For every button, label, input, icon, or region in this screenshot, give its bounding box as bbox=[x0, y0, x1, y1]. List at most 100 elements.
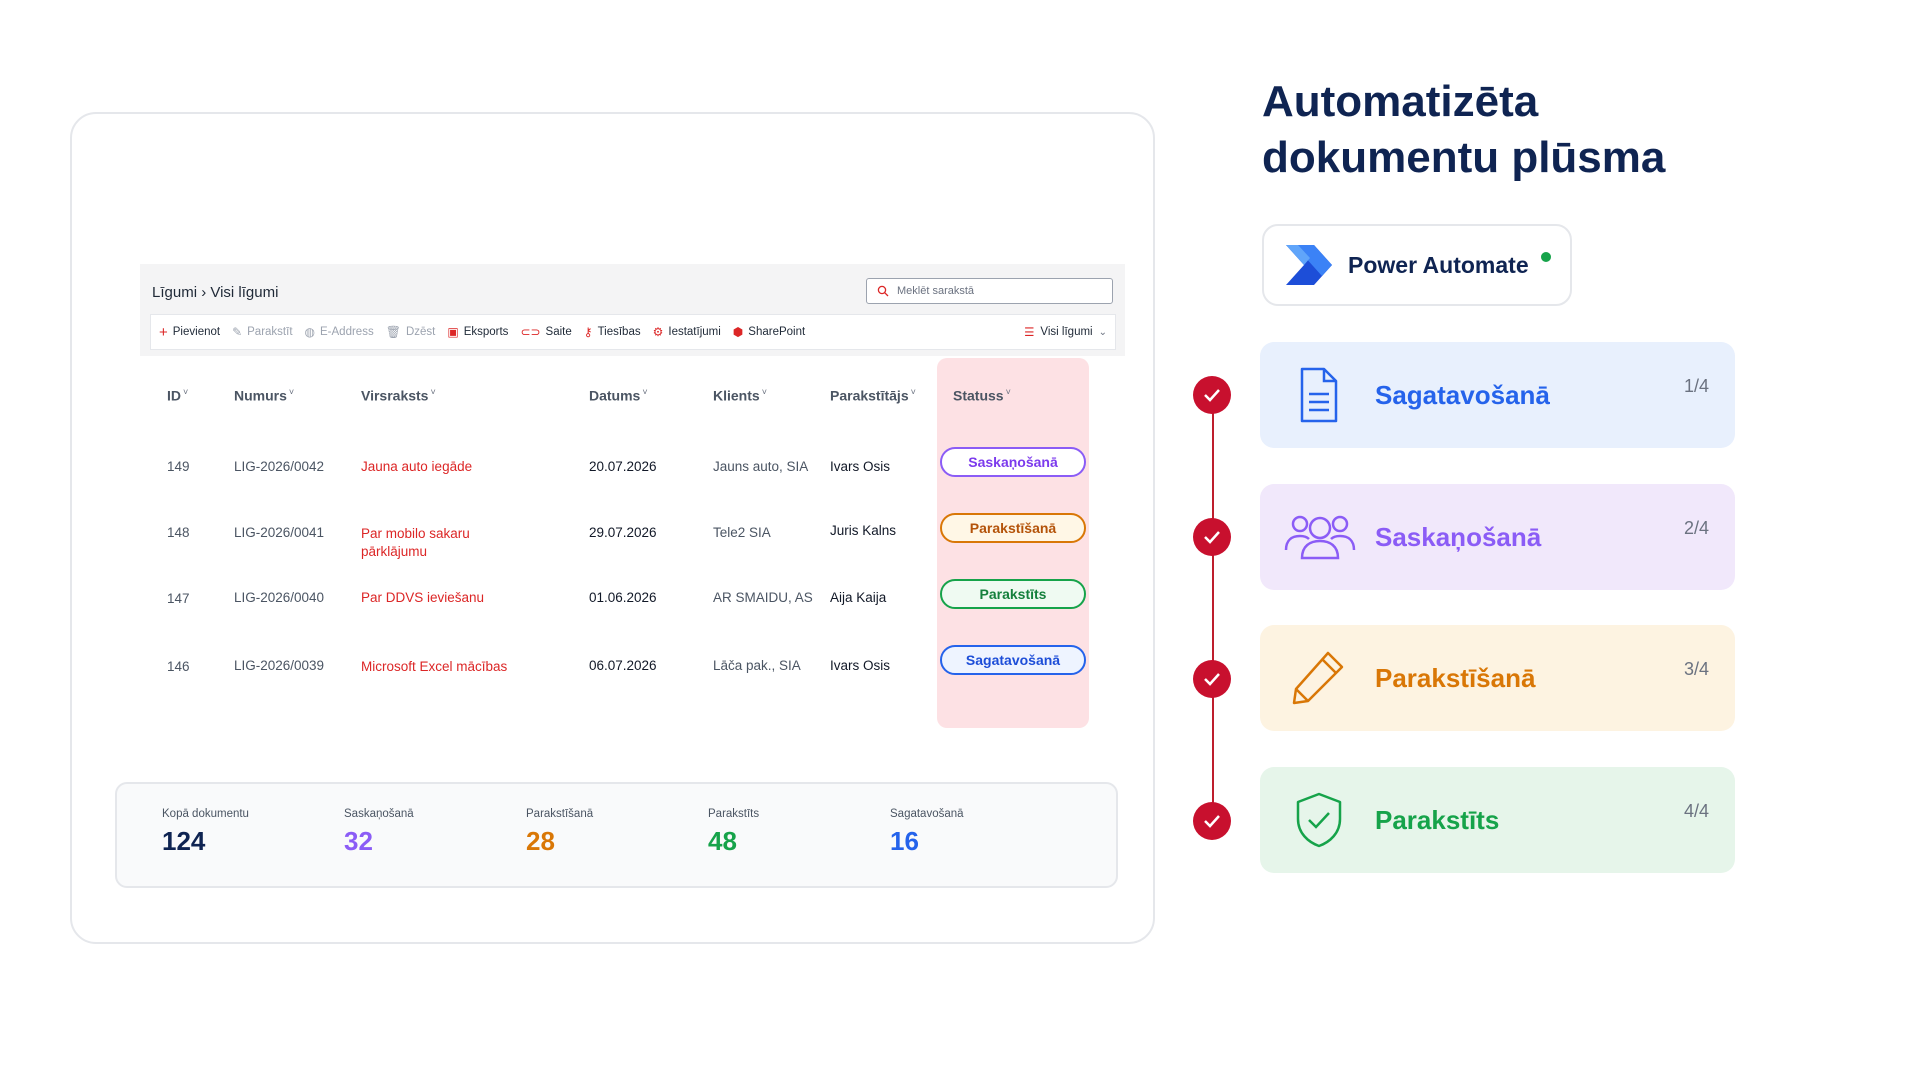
sign-button[interactable]: ✎ Parakstīt bbox=[232, 326, 292, 338]
trash-icon: 🗑 bbox=[385, 325, 401, 339]
document-icon bbox=[1300, 367, 1338, 423]
office-icon: ▣ bbox=[447, 325, 459, 339]
pen-icon bbox=[1292, 651, 1344, 705]
cell-signer: Juris Kalns bbox=[830, 523, 897, 538]
chevron-down-icon: ⌄ bbox=[1098, 326, 1107, 338]
delete-label: Dzēst bbox=[405, 326, 436, 338]
stat-signing: Parakstīšanā 28 bbox=[526, 808, 593, 857]
sign-label: Parakstīt bbox=[247, 326, 293, 338]
step-label: Saskaņošanā bbox=[1375, 522, 1542, 552]
workflow-step-signed: Parakstīts 4/4 bbox=[1260, 767, 1735, 873]
cell-id: 146 bbox=[167, 659, 190, 674]
people-icon bbox=[1284, 515, 1356, 560]
status-badge: Parakstīšanā bbox=[940, 513, 1086, 543]
shield-check-icon bbox=[1296, 792, 1342, 848]
settings-label: Iestatījumi bbox=[668, 326, 721, 338]
workflow-step-approval: Saskaņošanā 2/4 bbox=[1260, 484, 1735, 590]
cell-client: Tele2 SIA bbox=[713, 525, 771, 540]
cell-date: 20.07.2026 bbox=[589, 459, 657, 474]
globe-icon: ◍ bbox=[304, 325, 316, 339]
stat-preparing: Sagatavošanā 16 bbox=[890, 808, 964, 857]
cell-title-link[interactable]: Par DDVS ieviešanu bbox=[361, 590, 484, 605]
cell-signer: Ivars Osis bbox=[830, 658, 891, 673]
title-line: Automatizēta bbox=[1262, 77, 1539, 126]
stat-label: Parakstīšanā bbox=[526, 808, 594, 820]
step-count: 3/4 bbox=[1683, 659, 1709, 679]
cell-title-link[interactable]: Jauna auto iegāde bbox=[361, 459, 472, 474]
column-header-signer[interactable]: Parakstītājs ˅ bbox=[830, 387, 916, 404]
step-count: 4/4 bbox=[1683, 801, 1709, 821]
cell-id: 147 bbox=[167, 591, 190, 606]
cell-number: LIG-2026/0042 bbox=[234, 459, 325, 474]
gear-icon: ⚙ bbox=[652, 325, 664, 339]
column-header-client[interactable]: Klients ˅ bbox=[713, 387, 767, 404]
delete-button[interactable]: 🗑 Dzēst bbox=[386, 326, 436, 338]
step-count: 1/4 bbox=[1683, 376, 1709, 396]
column-header-title[interactable]: Virsraksts ˅ bbox=[361, 387, 436, 404]
cell-number: LIG-2026/0041 bbox=[234, 525, 325, 540]
column-header-status[interactable]: Statuss ˅ bbox=[953, 387, 1011, 404]
timeline-line bbox=[1212, 395, 1214, 820]
cell-title-link[interactable]: Microsoft Excel mācības bbox=[361, 659, 507, 674]
title-line: dokumentu plūsma bbox=[1262, 133, 1666, 182]
cell-date: 29.07.2026 bbox=[589, 525, 657, 540]
stat-total: Kopā dokumentu 124 bbox=[162, 808, 249, 857]
stat-signed: Parakstīts 48 bbox=[708, 808, 759, 857]
sharepoint-button[interactable]: ⬢ SharePoint bbox=[733, 326, 805, 338]
stat-value: 32 bbox=[344, 826, 373, 856]
sign-icon: ✎ bbox=[232, 325, 243, 339]
add-button[interactable]: + Pievienot bbox=[159, 325, 220, 340]
cell-number: LIG-2026/0040 bbox=[234, 590, 325, 605]
link-label: Saite bbox=[545, 326, 572, 338]
plus-icon: + bbox=[159, 323, 168, 341]
stat-value: 28 bbox=[526, 826, 555, 856]
check-icon bbox=[1193, 376, 1231, 414]
status-badge: Saskaņošanā bbox=[940, 447, 1086, 477]
cell-signer: Aija Kaija bbox=[830, 590, 887, 605]
permissions-button[interactable]: ⚷ Tiesības bbox=[584, 326, 641, 338]
cell-client: Lāča pak., SIA bbox=[713, 658, 801, 673]
cell-number: LIG-2026/0039 bbox=[234, 658, 325, 673]
add-label: Pievienot bbox=[172, 326, 221, 338]
stat-approval: Saskaņošanā 32 bbox=[344, 808, 414, 857]
export-button[interactable]: ▣ Eksports bbox=[447, 326, 508, 338]
slide-title: Automatizēta dokumentu plūsma bbox=[1262, 74, 1665, 186]
check-icon bbox=[1193, 802, 1231, 840]
column-header-id[interactable]: ID ˅ bbox=[167, 387, 188, 404]
cell-title-link[interactable]: Par mobilo sakaru pārklājumu bbox=[361, 525, 511, 561]
view-selector[interactable]: ☰ Visi līgumi ⌄ bbox=[1024, 325, 1107, 339]
cell-signer: Ivars Osis bbox=[830, 459, 891, 474]
permissions-label: Tiesības bbox=[597, 326, 641, 338]
eaddress-button[interactable]: ◍ E-Address bbox=[305, 326, 374, 338]
cell-date: 06.07.2026 bbox=[589, 658, 657, 673]
power-automate-icon bbox=[1286, 245, 1332, 285]
check-icon bbox=[1193, 660, 1231, 698]
check-icon bbox=[1193, 518, 1231, 556]
cell-id: 149 bbox=[167, 459, 190, 474]
cell-client: Jauns auto, SIA bbox=[713, 459, 809, 474]
workflow-step-preparing: Sagatavošanā 1/4 bbox=[1260, 342, 1735, 448]
stat-value: 48 bbox=[708, 826, 737, 856]
sharepoint-label: SharePoint bbox=[748, 326, 806, 338]
slide: Līgumi › Visi līgumi Meklēt sarakstā + Pi… bbox=[0, 0, 1920, 1080]
step-label: Parakstīts bbox=[1375, 805, 1500, 835]
stat-label: Parakstīts bbox=[708, 808, 760, 820]
column-header-number[interactable]: Numurs ˅ bbox=[234, 387, 294, 404]
step-label: Sagatavošanā bbox=[1375, 380, 1550, 410]
view-label: Visi līgumi bbox=[1040, 326, 1093, 338]
power-automate-badge: Power Automate bbox=[1262, 224, 1572, 306]
link-button[interactable]: ⊂⊃ Saite bbox=[520, 326, 571, 338]
link-icon: ⊂⊃ bbox=[520, 325, 541, 339]
export-label: Eksports bbox=[463, 326, 509, 338]
column-header-date[interactable]: Datums ˅ bbox=[589, 387, 648, 404]
eaddress-label: E-Address bbox=[320, 326, 374, 338]
step-count: 2/4 bbox=[1683, 518, 1709, 538]
settings-button[interactable]: ⚙ Iestatījumi bbox=[653, 326, 721, 338]
search-input[interactable]: Meklēt sarakstā bbox=[866, 278, 1113, 304]
summary-stats: Kopā dokumentu 124 Saskaņošanā 32 Parakstī… bbox=[115, 782, 1118, 888]
breadcrumb[interactable]: Līgumi › Visi līgumi bbox=[152, 284, 278, 301]
stat-label: Kopā dokumentu bbox=[162, 808, 249, 820]
filter-lines-icon: ☰ bbox=[1024, 327, 1035, 339]
status-dot bbox=[1541, 252, 1551, 262]
stat-value: 124 bbox=[162, 826, 206, 856]
